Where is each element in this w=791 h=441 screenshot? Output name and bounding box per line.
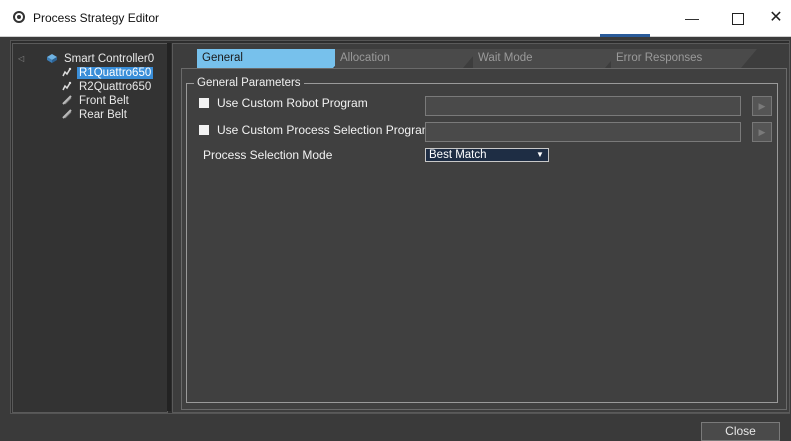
custom-process-selection-field[interactable] [425, 122, 741, 142]
panel-splitter[interactable] [167, 43, 171, 411]
tree-label-r2quattro650: R2Quattro650 [79, 81, 152, 93]
minimize-button[interactable]: — [672, 0, 712, 36]
chevron-down-icon[interactable]: ▼ [533, 150, 547, 160]
close-button[interactable]: Close [701, 422, 780, 441]
custom-robot-program-browse-button[interactable]: ▶ [752, 96, 772, 116]
collapse-expander-icon[interactable]: ◁ [18, 54, 24, 63]
maximize-icon [732, 13, 744, 26]
tab-wait-mode[interactable]: Wait Mode [473, 49, 621, 68]
title-bar: Process Strategy Editor — ✕ [0, 0, 791, 37]
group-title: General Parameters [194, 77, 304, 89]
tree-node-r2quattro650[interactable]: R2Quattro650 [62, 81, 153, 93]
maximize-button[interactable] [718, 0, 758, 36]
tree-label-r1quattro650: R1Quattro650 [77, 67, 154, 79]
window-title: Process Strategy Editor [33, 11, 160, 25]
belt-icon [62, 95, 72, 105]
controller-icon [47, 54, 57, 63]
tab-error-responses[interactable]: Error Responses [611, 49, 757, 68]
tree-label-controller: Smart Controller0 [64, 53, 155, 65]
custom-robot-program-field[interactable] [425, 96, 741, 116]
tab-allocation[interactable]: Allocation [335, 49, 479, 68]
tree-node-controller[interactable]: Smart Controller0 [47, 53, 156, 65]
tree-node-r1quattro650[interactable]: R1Quattro650 [62, 67, 154, 79]
app-icon [13, 11, 25, 23]
tree-node-front-belt[interactable]: Front Belt [62, 95, 131, 107]
custom-process-selection-browse-button[interactable]: ▶ [752, 122, 772, 142]
tab-general[interactable]: General [197, 49, 351, 68]
custom-robot-program-checkbox[interactable]: Use Custom Robot Program [199, 96, 368, 110]
window-close-button[interactable]: ✕ [756, 0, 791, 36]
accent-strip [600, 34, 650, 37]
belt-icon [62, 109, 72, 119]
select-value: Best Match [429, 149, 487, 161]
custom-robot-program-label: Use Custom Robot Program [217, 96, 368, 110]
process-selection-mode-label: Process Selection Mode [203, 148, 333, 162]
process-selection-mode-select[interactable]: Best Match ▼ [425, 148, 549, 162]
tree-node-rear-belt[interactable]: Rear Belt [62, 109, 129, 121]
robot-icon [62, 81, 72, 91]
checkbox-box[interactable] [199, 125, 209, 135]
checkbox-box[interactable] [199, 98, 209, 108]
custom-process-selection-checkbox[interactable]: Use Custom Process Selection Program [199, 123, 432, 137]
tree-label-front-belt: Front Belt [79, 95, 129, 107]
tree-label-rear-belt: Rear Belt [79, 109, 127, 121]
custom-process-selection-label: Use Custom Process Selection Program [217, 123, 432, 137]
robot-icon [62, 67, 72, 77]
